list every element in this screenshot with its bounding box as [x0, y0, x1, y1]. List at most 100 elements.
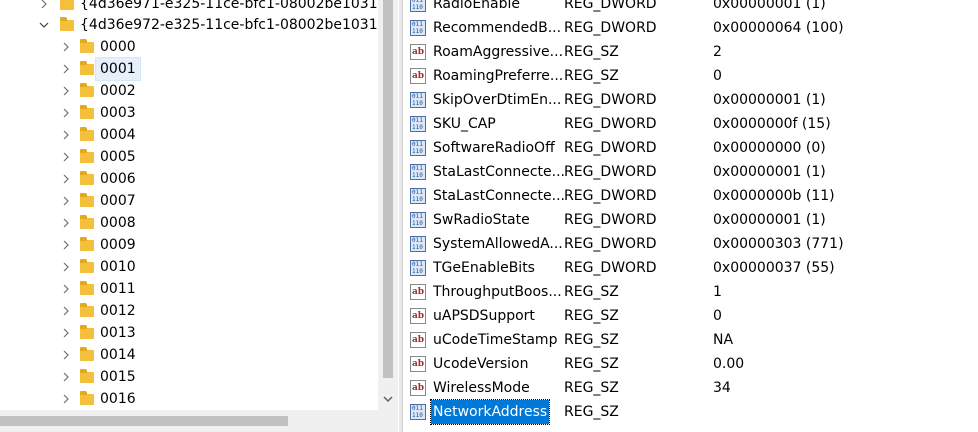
- value-type: REG_DWORD: [564, 236, 657, 252]
- tree-node-0008[interactable]: 0008: [0, 212, 378, 234]
- value-type: REG_DWORD: [564, 260, 657, 276]
- scroll-down-arrow-icon[interactable]: [382, 393, 394, 405]
- tree-node-label: 0016: [100, 391, 136, 407]
- registry-value-row[interactable]: ab uCodeTimeStamp REG_SZ NA: [404, 328, 964, 352]
- value-name: RadioEnable: [433, 0, 521, 12]
- registry-value-row[interactable]: 011 110 StaLastConnecte... REG_DWORD 0x00000…: [404, 184, 964, 208]
- registry-value-row[interactable]: ab RoamAggressive... REG_SZ 2: [404, 40, 964, 64]
- value-name[interactable]: NetworkAddress: [429, 399, 551, 425]
- registry-value-row[interactable]: 011 110 SwRadioState REG_DWORD 0x00000001 (1…: [404, 208, 964, 232]
- tree-node-label: 0004: [100, 127, 136, 143]
- chevron-right-icon[interactable]: [60, 107, 72, 119]
- registry-value-row[interactable]: ab RoamingPreferre... REG_SZ 0: [404, 64, 964, 88]
- folder-icon: [80, 105, 94, 119]
- value-data: 0x0000000f (15): [713, 116, 831, 132]
- tree-node-label: 0006: [100, 171, 136, 187]
- tree-node-0003[interactable]: 0003: [0, 102, 378, 124]
- folder-icon: [80, 193, 94, 207]
- value-type: REG_SZ: [564, 332, 619, 348]
- registry-value-row[interactable]: 011 110 RecommendedB... REG_DWORD 0x00000064…: [404, 16, 964, 40]
- chevron-right-icon[interactable]: [60, 41, 72, 53]
- chevron-right-icon[interactable]: [60, 63, 72, 75]
- tree-node-parent[interactable]: {4d36e971-e325-11ce-bfc1-08002be10318}: [0, 0, 378, 15]
- chevron-right-icon[interactable]: [60, 239, 72, 251]
- chevron-right-icon[interactable]: [38, 0, 50, 10]
- tree-vertical-scrollbar[interactable]: [378, 0, 398, 410]
- registry-value-row[interactable]: 011 110 NetworkAddress REG_SZ: [404, 399, 964, 425]
- tree-node-parent[interactable]: {4d36e972-e325-11ce-bfc1-08002be10318}: [0, 14, 378, 36]
- folder-icon: [80, 347, 94, 361]
- pane-splitter[interactable]: [399, 0, 403, 432]
- chevron-down-icon[interactable]: [38, 19, 50, 31]
- chevron-right-icon[interactable]: [60, 371, 72, 383]
- value-type: REG_SZ: [564, 404, 619, 420]
- value-data: 0x00000000 (0): [713, 140, 826, 156]
- binary-value-icon: 011 110: [410, 140, 426, 156]
- tree-node-0002[interactable]: 0002: [0, 80, 378, 102]
- value-data: 0x00000303 (771): [713, 236, 844, 252]
- tree-node-0011[interactable]: 0011: [0, 278, 378, 300]
- tree-node-0009[interactable]: 0009: [0, 234, 378, 256]
- chevron-right-icon[interactable]: [60, 195, 72, 207]
- registry-value-row[interactable]: 011 110 SkipOverDtimEn... REG_DWORD 0x000000…: [404, 88, 964, 112]
- tree-horizontal-scrollbar[interactable]: [0, 410, 398, 432]
- chevron-right-icon[interactable]: [60, 173, 72, 185]
- tree-node-label: {4d36e972-e325-11ce-bfc1-08002be10318}: [80, 17, 378, 33]
- chevron-right-icon[interactable]: [60, 129, 72, 141]
- value-name: TGeEnableBits: [433, 260, 535, 276]
- folder-icon: [80, 391, 94, 405]
- chevron-right-icon[interactable]: [60, 283, 72, 295]
- tree-node-0004[interactable]: 0004: [0, 124, 378, 146]
- scrollbar-thumb[interactable]: [383, 0, 393, 378]
- registry-value-row[interactable]: 011 110 TGeEnableBits REG_DWORD 0x00000037 (…: [404, 256, 964, 280]
- value-name: uAPSDSupport: [433, 308, 535, 324]
- tree-node-label: 0011: [100, 281, 136, 297]
- tree-node-0006[interactable]: 0006: [0, 168, 378, 190]
- chevron-right-icon[interactable]: [60, 393, 72, 405]
- tree-node-0014[interactable]: 0014: [0, 344, 378, 366]
- registry-value-row[interactable]: 011 110 SKU_CAP REG_DWORD 0x0000000f (15): [404, 112, 964, 136]
- registry-value-row[interactable]: ab ThroughputBoos... REG_SZ 1: [404, 280, 964, 304]
- tree-node-0001[interactable]: 0001: [0, 57, 378, 81]
- registry-value-row[interactable]: 011 110 StaLastConnecte... REG_DWORD 0x00000…: [404, 160, 964, 184]
- value-name: SkipOverDtimEn...: [433, 92, 562, 108]
- tree-node-0005[interactable]: 0005: [0, 146, 378, 168]
- tree-node-0000[interactable]: 0000: [0, 36, 378, 58]
- chevron-right-icon[interactable]: [60, 151, 72, 163]
- registry-value-row[interactable]: 011 110 SystemAllowedA... REG_DWORD 0x000003…: [404, 232, 964, 256]
- value-data: 0x00000001 (1): [713, 0, 826, 12]
- chevron-right-icon[interactable]: [60, 261, 72, 273]
- value-data: 0x00000064 (100): [713, 20, 844, 36]
- chevron-right-icon[interactable]: [60, 305, 72, 317]
- folder-icon: [80, 325, 94, 339]
- tree-node-label: 0012: [100, 303, 136, 319]
- scrollbar-thumb[interactable]: [0, 416, 288, 426]
- string-value-icon: ab: [410, 44, 426, 60]
- binary-value-icon: 011 110: [410, 0, 426, 12]
- tree-node-label: 0007: [100, 193, 136, 209]
- tree-node-label: 0015: [100, 369, 136, 385]
- value-name: SKU_CAP: [433, 116, 496, 132]
- registry-value-row[interactable]: ab WirelessMode REG_SZ 34: [404, 376, 964, 400]
- binary-value-icon: 011 110: [410, 164, 426, 180]
- tree-node-label: 0008: [100, 215, 136, 231]
- value-data: 0x00000037 (55): [713, 260, 835, 276]
- registry-value-row[interactable]: ab uAPSDSupport REG_SZ 0: [404, 304, 964, 328]
- chevron-right-icon[interactable]: [60, 349, 72, 361]
- chevron-right-icon[interactable]: [60, 85, 72, 97]
- tree-node-0016[interactable]: 0016: [0, 388, 378, 410]
- tree-node-0012[interactable]: 0012: [0, 300, 378, 322]
- registry-value-row[interactable]: 011 110 RadioEnable REG_DWORD 0x00000001 (1): [404, 0, 964, 16]
- chevron-right-icon[interactable]: [60, 217, 72, 229]
- folder-icon: [80, 215, 94, 229]
- registry-value-row[interactable]: 011 110 SoftwareRadioOff REG_DWORD 0x0000000…: [404, 136, 964, 160]
- value-type: REG_DWORD: [564, 92, 657, 108]
- registry-key-tree: {4d36e971-e325-11ce-bfc1-08002be10318} {…: [0, 0, 378, 410]
- registry-value-row[interactable]: ab UcodeVersion REG_SZ 0.00: [404, 352, 964, 376]
- chevron-right-icon[interactable]: [60, 327, 72, 339]
- tree-node-0007[interactable]: 0007: [0, 190, 378, 212]
- binary-value-icon: 011 110: [410, 116, 426, 132]
- tree-node-0013[interactable]: 0013: [0, 322, 378, 344]
- tree-node-0015[interactable]: 0015: [0, 366, 378, 388]
- tree-node-0010[interactable]: 0010: [0, 256, 378, 278]
